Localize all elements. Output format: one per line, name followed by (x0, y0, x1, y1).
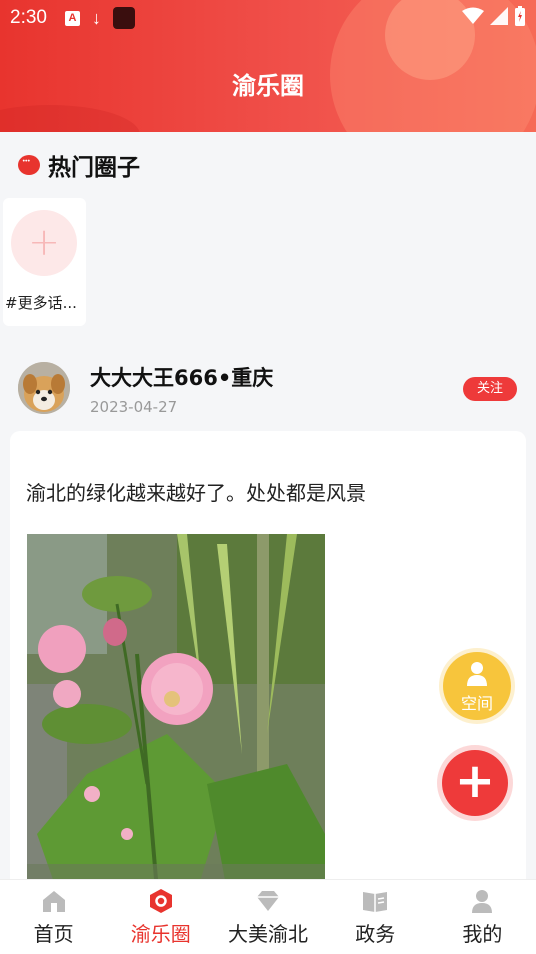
nav-item-mine[interactable]: 我的 (429, 880, 536, 954)
post-username[interactable]: 大大大王666•重庆 (90, 362, 273, 392)
status-right-icons (462, 6, 526, 26)
notification-a-icon: A (64, 10, 80, 26)
post-photo[interactable] (27, 534, 325, 891)
wifi-icon (462, 7, 484, 24)
bottom-nav: 首页 渝乐圈 大美渝北 政务 我的 (0, 879, 536, 954)
nav-label-damei-yubei: 大美渝北 (228, 922, 308, 946)
battery-icon (515, 6, 525, 26)
page-title: 渝乐圈 (232, 72, 304, 100)
home-icon (42, 891, 65, 912)
person-icon (467, 662, 487, 686)
space-fab-button[interactable]: 空间 (443, 652, 511, 720)
more-topics-card[interactable]: + #更多话... (3, 198, 86, 326)
hot-circles-heading: 热门圈子 (18, 148, 140, 182)
post-date: 2023-04-27 (90, 398, 178, 416)
dog-avatar-image (18, 362, 70, 414)
nav-label-home: 首页 (33, 922, 74, 946)
status-time: 2:30 (10, 7, 47, 28)
app-icon (112, 7, 135, 29)
add-post-button[interactable]: + (442, 750, 508, 816)
circle-hex-icon (149, 889, 172, 913)
avatar[interactable] (18, 362, 70, 414)
header-decoration (0, 105, 140, 132)
nav-label-yulequan: 渝乐圈 (130, 922, 191, 946)
space-fab-label: 空间 (460, 694, 493, 713)
profile-icon (472, 890, 493, 913)
post-header: 大大大王666•重庆 2023-04-27 关注 (0, 346, 536, 430)
nav-item-home[interactable]: 首页 (0, 880, 107, 954)
app-header: 2:30 A ↓ 渝乐圈 (0, 0, 536, 132)
nav-label-mine: 我的 (462, 922, 503, 946)
diamond-icon (257, 891, 279, 911)
book-icon (363, 892, 388, 912)
nav-item-yulequan[interactable]: 渝乐圈 (107, 880, 214, 954)
nav-item-zhengwu[interactable]: 政务 (322, 880, 429, 954)
signal-icon (490, 7, 508, 25)
plus-icon: + (11, 210, 77, 276)
post-text: 渝北的绿化越来越好了。处处都是风景 (26, 481, 366, 505)
chat-bubble-icon (18, 155, 40, 175)
download-icon: ↓ (91, 7, 101, 28)
status-bar: 2:30 A ↓ (0, 0, 536, 36)
flower-photo-image (27, 534, 325, 891)
more-topics-label: #更多话... (5, 294, 77, 312)
hot-circles-title: 热门圈子 (48, 154, 140, 181)
post-card[interactable]: 渝北的绿化越来越好了。处处都是风景 (10, 431, 526, 891)
nav-item-damei-yubei[interactable]: 大美渝北 (214, 880, 321, 954)
nav-label-zhengwu: 政务 (355, 922, 396, 946)
hot-circles-section: 热门圈子 + #更多话... (0, 132, 536, 346)
follow-button[interactable]: 关注 (463, 377, 517, 401)
